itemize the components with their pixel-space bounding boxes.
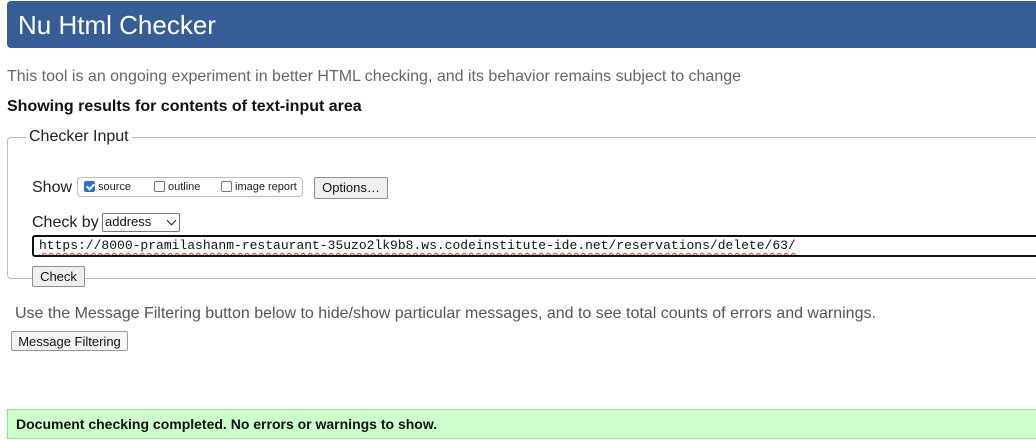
source-checkbox[interactable] <box>84 181 95 192</box>
check-by-label: Check by <box>32 214 99 231</box>
outline-option-label: outline <box>168 181 201 193</box>
outline-checkbox[interactable] <box>154 181 165 192</box>
check-button[interactable]: Check <box>32 266 85 287</box>
image-report-checkbox[interactable] <box>221 181 232 192</box>
filtering-description: Use the Message Filtering button below t… <box>15 305 876 322</box>
check-by-selected-value: address <box>105 214 152 229</box>
check-by-select[interactable]: address <box>102 213 180 232</box>
url-input[interactable]: https://8000-pramilashanm-restaurant-35u… <box>32 235 1036 257</box>
results-heading: Showing results for contents of text-inp… <box>7 98 362 115</box>
message-filtering-button[interactable]: Message Filtering <box>11 331 128 351</box>
source-option-label: source <box>98 181 132 193</box>
checker-input-fieldset: Checker Input Show source outline image … <box>7 128 1036 287</box>
show-source-option[interactable]: source <box>84 179 131 195</box>
success-message: Document checking completed. No errors o… <box>16 416 438 432</box>
page-title: Nu Html Checker <box>18 10 216 40</box>
checker-input-legend: Checker Input <box>29 128 129 145</box>
success-banner: Document checking completed. No errors o… <box>7 409 1036 439</box>
show-label: Show <box>32 179 73 196</box>
intro-subtitle: This tool is an ongoing experiment in be… <box>7 68 742 85</box>
show-options-group: source outline image report <box>77 177 303 197</box>
page-header: Nu Html Checker <box>7 1 1036 48</box>
image-report-option-label: image report <box>235 181 297 193</box>
chevron-down-icon <box>166 215 177 226</box>
options-button[interactable]: Options… <box>314 177 388 199</box>
show-outline-option[interactable]: outline <box>154 179 200 195</box>
show-image-report-option[interactable]: image report <box>221 179 297 195</box>
